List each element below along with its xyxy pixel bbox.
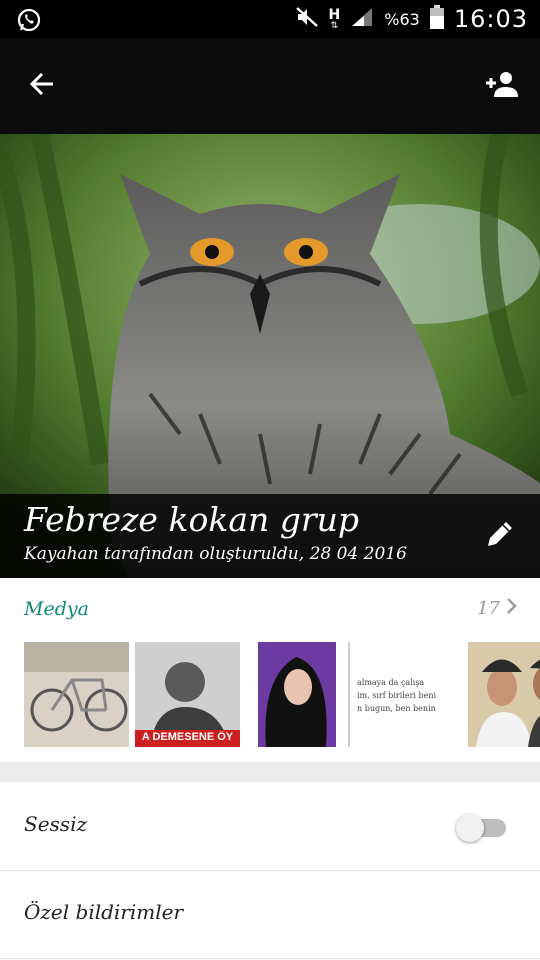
- arrow-left-icon: [28, 70, 56, 102]
- chevron-right-icon: [506, 597, 518, 620]
- mute-row[interactable]: Sessiz: [0, 782, 540, 871]
- clock: 16:03: [453, 5, 528, 33]
- custom-notifications-row[interactable]: Özel bildirimler: [0, 870, 540, 959]
- toolbar: [0, 38, 540, 134]
- media-thumbnail-banner[interactable]: A DEMESENE ÖY: [135, 642, 240, 747]
- media-thumbnail-selfie[interactable]: [468, 642, 540, 747]
- media-thumbnail-portrait[interactable]: [246, 642, 351, 747]
- text-line-2: im, sırf birileri beni: [357, 691, 437, 700]
- mute-toggle[interactable]: [456, 814, 506, 842]
- network-h-icon: H ⇅: [328, 6, 341, 31]
- media-count: 17: [477, 598, 500, 619]
- add-participant-button[interactable]: [480, 64, 524, 108]
- battery-icon: [429, 5, 444, 33]
- pencil-icon: [485, 519, 515, 553]
- section-divider: [0, 762, 540, 782]
- banner-caption: A DEMESENE ÖY: [141, 731, 234, 743]
- battery-percent: %63: [384, 9, 420, 29]
- signal-icon: [350, 6, 374, 32]
- group-photo[interactable]: Febreze kokan grup Kayahan tarafından ol…: [0, 134, 540, 578]
- media-title: Medya: [24, 598, 89, 620]
- whatsapp-icon: [16, 7, 42, 37]
- group-info-caption: Febreze kokan grup Kayahan tarafından ol…: [0, 494, 540, 578]
- mute-icon: [295, 6, 319, 32]
- back-button[interactable]: [20, 64, 64, 108]
- text-line-1: almaya da çalışa: [357, 678, 425, 687]
- toggle-thumb: [456, 814, 484, 842]
- edit-group-name-button[interactable]: [480, 516, 520, 556]
- add-person-icon: [484, 69, 520, 103]
- media-thumbnails: A DEMESENE ÖY almaya da çalışa im, sırf …: [24, 642, 540, 747]
- group-created-by: Kayahan tarafından oluşturuldu, 28 04 20…: [24, 544, 407, 564]
- media-thumbnail-bicycle[interactable]: [24, 642, 129, 747]
- media-see-all[interactable]: 17: [477, 597, 518, 620]
- mute-label: Sessiz: [24, 812, 87, 836]
- media-section: Medya 17 A DEMESENE ÖY almaya da çalışa …: [0, 578, 540, 763]
- group-name: Febreze kokan grup: [24, 500, 360, 539]
- group-settings: Sessiz Özel bildirimler: [0, 782, 540, 960]
- status-bar: H ⇅ %63 16:03: [0, 0, 540, 38]
- custom-notifications-label: Özel bildirimler: [24, 900, 184, 924]
- text-line-3: n bugun, ben benin: [357, 704, 436, 713]
- media-thumbnail-text[interactable]: almaya da çalışa im, sırf birileri beni …: [357, 642, 462, 747]
- network-type: H: [328, 6, 341, 23]
